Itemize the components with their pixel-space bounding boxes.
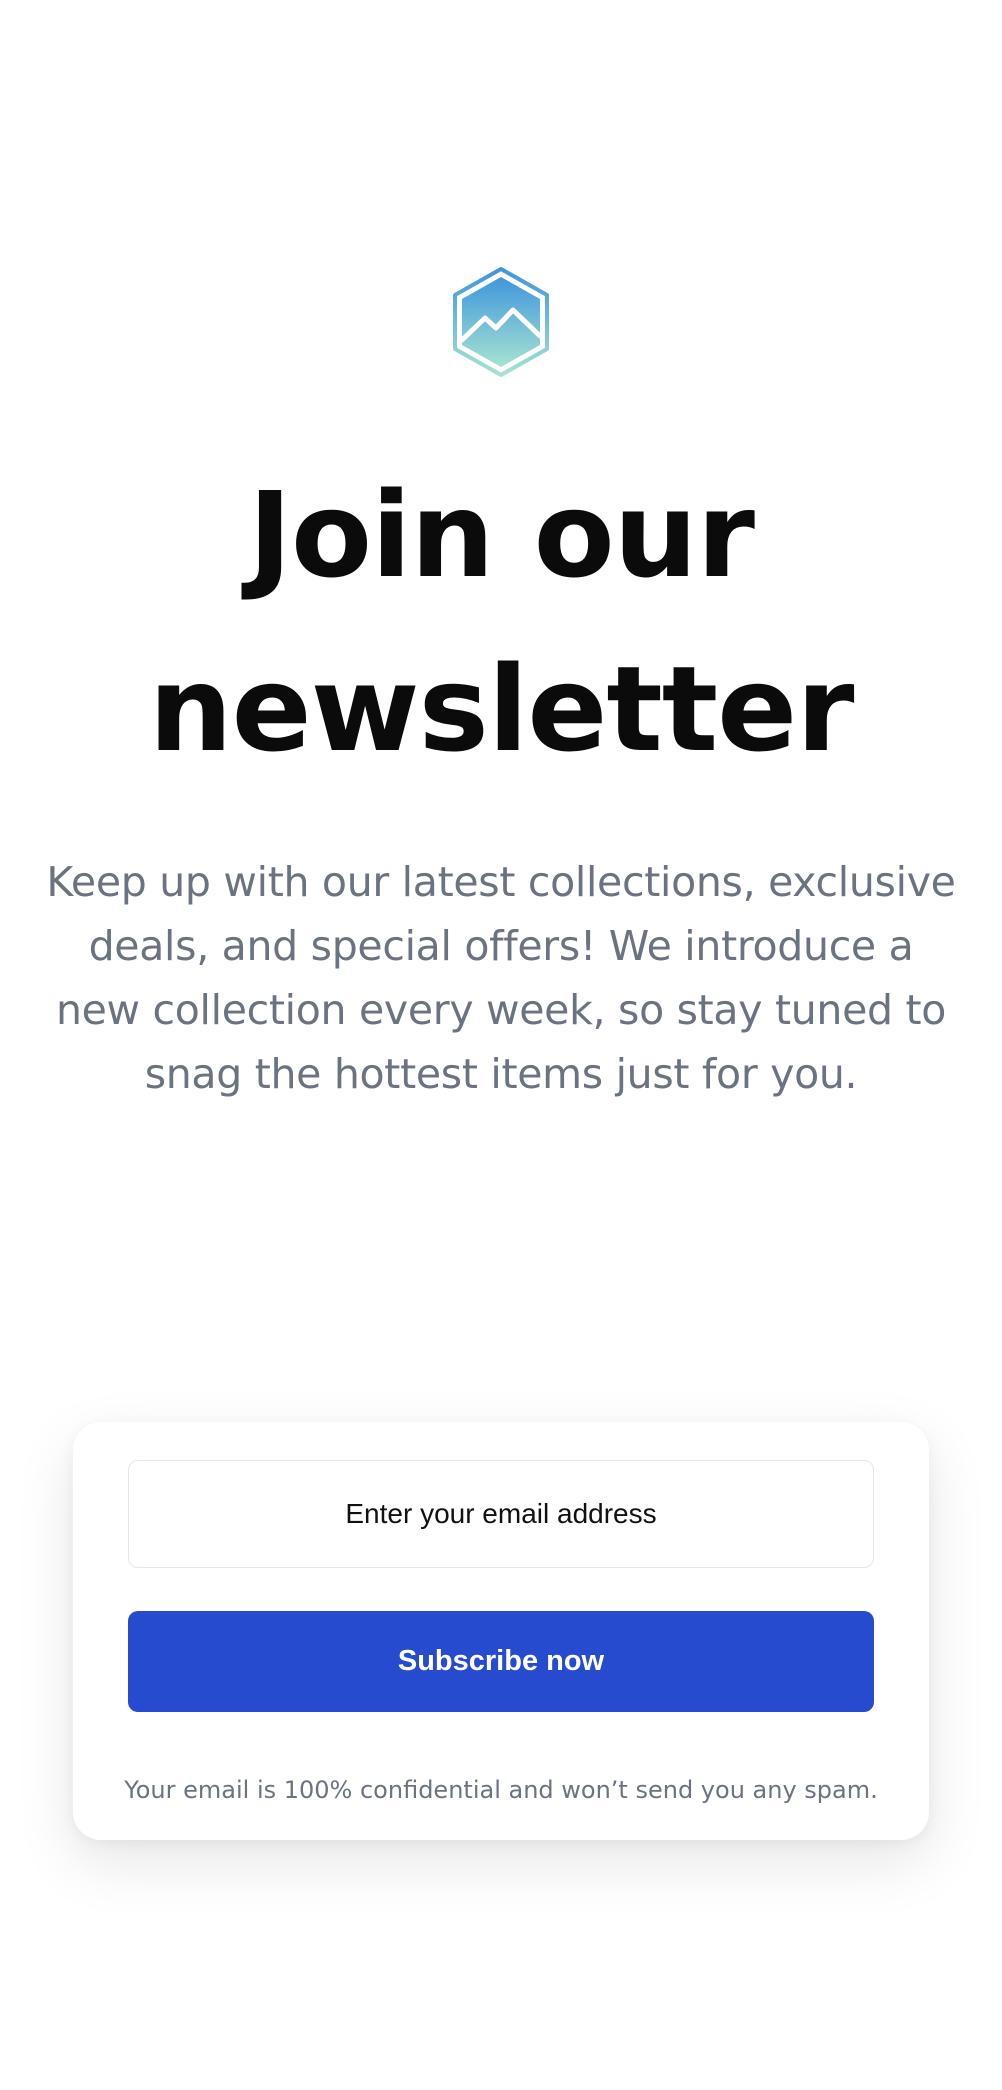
title-line-2: newsletter [148,640,855,778]
intro-text: Keep up with our latest collections, exc… [46,858,956,1098]
mountain-hexagon-icon [453,267,549,377]
subscribe-card: Subscribe now Your email is 100% confide… [73,1422,929,1840]
brand-logo [451,266,551,378]
title-line-1: Join our [248,466,755,604]
email-field[interactable] [128,1460,874,1568]
privacy-disclaimer: Your email is 100% confidential and won’… [124,1776,878,1804]
page-title: Join our newsletter [0,448,1002,796]
subscribe-button[interactable]: Subscribe now [128,1611,874,1712]
